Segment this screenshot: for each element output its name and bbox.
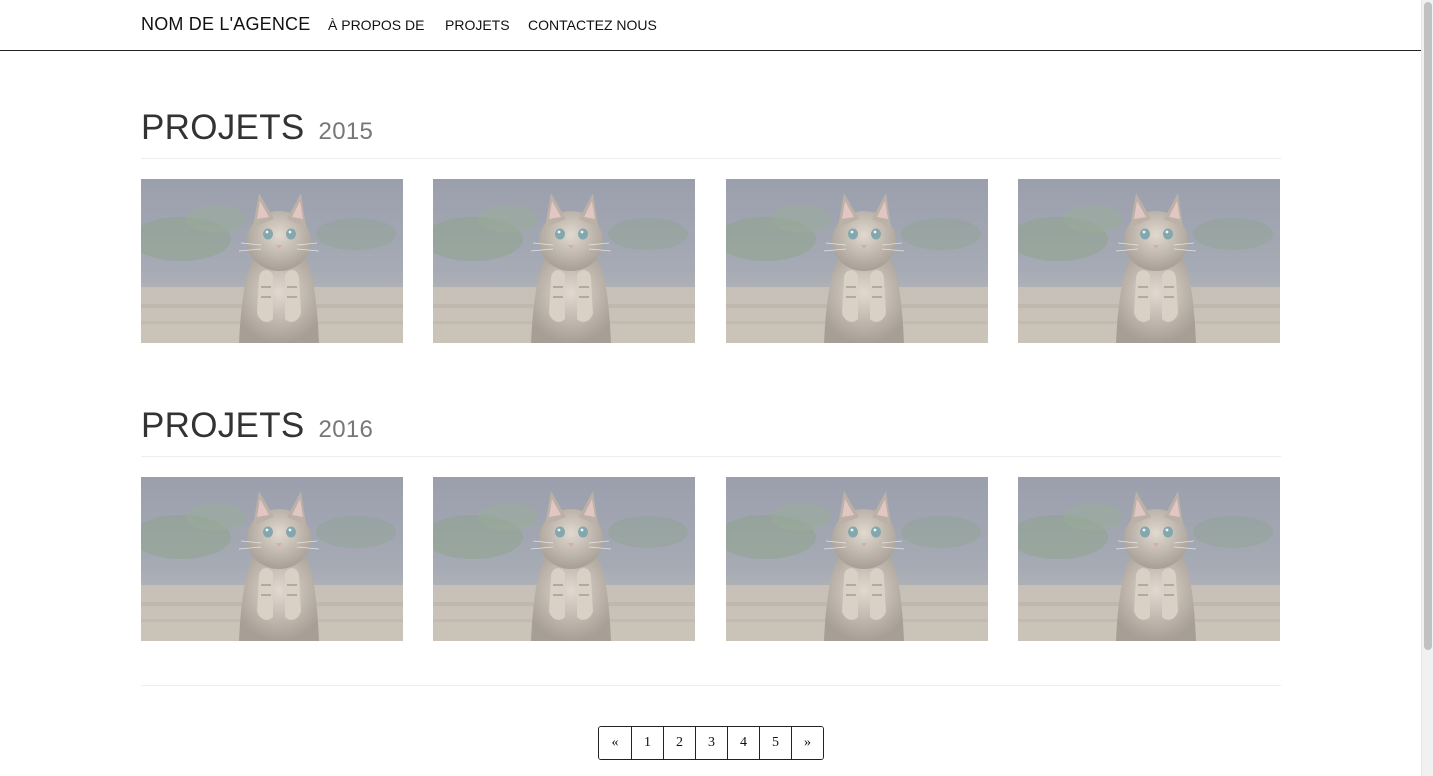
section-title-2016: PROJETS 2016 — [141, 406, 373, 446]
kitten-image — [1018, 477, 1280, 641]
section-year: 2015 — [318, 118, 374, 145]
pagination-page-2[interactable]: 2 — [663, 727, 695, 759]
project-thumbnail[interactable] — [726, 179, 988, 343]
project-thumbnail[interactable] — [141, 179, 403, 343]
kitten-image — [726, 179, 988, 343]
kitten-image — [726, 477, 988, 641]
project-thumbnail[interactable] — [141, 477, 403, 641]
kitten-image — [1018, 179, 1280, 343]
pagination-page-4[interactable]: 4 — [727, 727, 759, 759]
section-divider — [141, 456, 1281, 457]
nav-link-contact[interactable]: CONTACTEZ NOUS — [528, 17, 657, 33]
scrollbar-thumb[interactable] — [1424, 2, 1432, 650]
project-thumbnail[interactable] — [433, 477, 695, 641]
pagination-next[interactable]: » — [791, 727, 823, 759]
kitten-image — [433, 477, 695, 641]
kitten-image — [433, 179, 695, 343]
project-thumbnail[interactable] — [433, 179, 695, 343]
kitten-image — [141, 477, 403, 641]
section-year: 2016 — [318, 416, 374, 443]
section-title-2015: PROJETS 2015 — [141, 108, 373, 148]
project-thumbnail[interactable] — [1018, 477, 1280, 641]
pagination: « 1 2 3 4 5 » — [598, 726, 824, 760]
pagination-prev[interactable]: « — [599, 727, 631, 759]
page: NOM DE L'AGENCE À PROPOS DE PROJETS CONT… — [0, 0, 1433, 776]
top-navbar: NOM DE L'AGENCE À PROPOS DE PROJETS CONT… — [0, 0, 1421, 51]
section-divider — [141, 158, 1281, 159]
nav-link-about[interactable]: À PROPOS DE — [328, 17, 424, 33]
nav-link-projects[interactable]: PROJETS — [445, 17, 510, 33]
section-title-text: PROJETS — [141, 108, 305, 147]
kitten-image — [141, 179, 403, 343]
pagination-page-5[interactable]: 5 — [759, 727, 791, 759]
pagination-page-3[interactable]: 3 — [695, 727, 727, 759]
vertical-scrollbar[interactable] — [1421, 0, 1433, 776]
project-thumbnail[interactable] — [1018, 179, 1280, 343]
footer-divider — [141, 685, 1281, 686]
project-thumbnail[interactable] — [726, 477, 988, 641]
brand-link[interactable]: NOM DE L'AGENCE — [141, 14, 310, 35]
pagination-page-1[interactable]: 1 — [631, 727, 663, 759]
section-title-text: PROJETS — [141, 406, 305, 445]
